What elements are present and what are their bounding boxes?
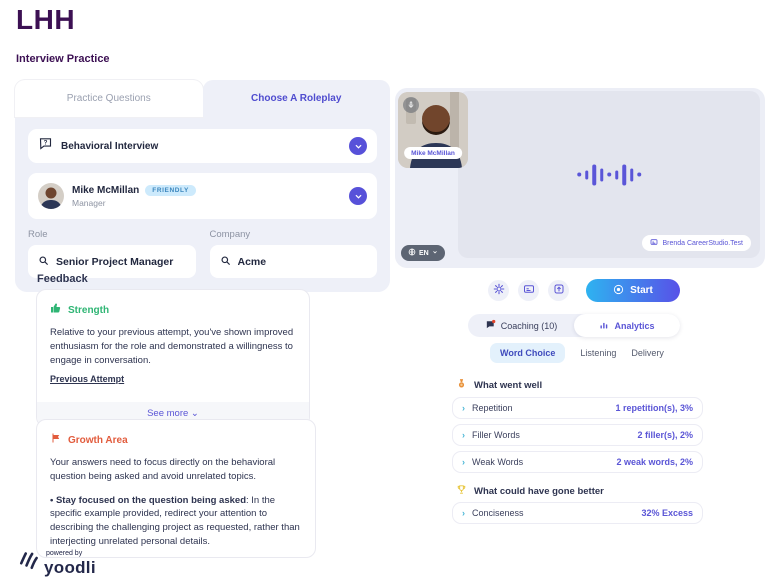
settings-button[interactable]	[488, 280, 509, 301]
subtab-delivery[interactable]: Delivery	[631, 348, 664, 358]
chevron-down-icon	[432, 249, 438, 257]
record-icon	[613, 284, 624, 298]
row-filler-words[interactable]: › Filler Words 2 filler(s), 2%	[452, 424, 703, 446]
setup-panel: Practice Questions Choose A Roleplay ? B…	[15, 80, 390, 292]
search-icon	[220, 253, 231, 271]
row-conciseness[interactable]: › Conciseness 32% Excess	[452, 502, 703, 524]
persona-select[interactable]: Mike McMillan FRIENDLY Manager	[28, 173, 377, 219]
tab-coaching[interactable]: Coaching (10)	[468, 319, 574, 332]
coaching-chat-icon	[485, 319, 496, 332]
growth-area-title: Growth Area	[68, 435, 128, 446]
session-controls: Start	[488, 279, 680, 302]
captions-icon	[523, 282, 535, 300]
language-selector[interactable]: EN	[401, 245, 445, 261]
growth-area-card: Growth Area Your answers need to focus d…	[36, 419, 316, 558]
role-company-fields: Role Company	[28, 229, 377, 278]
persona-friendly-badge: FRIENDLY	[145, 185, 196, 196]
tab-analytics[interactable]: Analytics	[574, 314, 680, 337]
roleplay-select-label: Behavioral Interview	[61, 141, 158, 152]
trophy-icon	[456, 484, 467, 498]
page-title: Interview Practice	[16, 53, 110, 65]
setup-panel-body: ? Behavioral Interview	[15, 117, 390, 292]
chevron-right-icon: ›	[462, 508, 465, 518]
tab-choose-a-roleplay[interactable]: Choose A Roleplay	[203, 80, 391, 117]
setup-tabbar: Practice Questions Choose A Roleplay	[15, 80, 390, 117]
went-well-rows: › Repetition 1 repetition(s), 3% › Fille…	[452, 397, 703, 473]
strength-title: Strength	[68, 305, 109, 316]
role-field: Role	[28, 229, 196, 278]
went-well-heading: What went well	[456, 378, 542, 392]
thumbs-up-icon	[50, 301, 62, 319]
subtab-listening[interactable]: Listening	[580, 348, 616, 358]
chevron-right-icon: ›	[462, 403, 465, 413]
gear-icon	[493, 282, 505, 300]
chevron-right-icon: ›	[462, 430, 465, 440]
video-panel: Brenda CareerStudio.Test Mike McMillan E…	[395, 88, 765, 268]
strength-body: Relative to your previous attempt, you'v…	[50, 326, 296, 367]
tab-practice-questions[interactable]: Practice Questions	[15, 80, 203, 117]
participant-name-badge: Mike McMillan	[404, 147, 462, 159]
globe-icon	[408, 248, 416, 258]
svg-text:?: ?	[44, 139, 48, 146]
gone-better-heading: What could have gone better	[456, 484, 604, 498]
subtab-word-choice[interactable]: Word Choice	[490, 343, 565, 363]
chevron-down-icon: ⌄	[191, 408, 199, 419]
persona-info: Mike McMillan FRIENDLY Manager	[72, 185, 196, 208]
company-input-box[interactable]	[210, 245, 378, 278]
chevron-down-icon[interactable]	[349, 137, 367, 155]
yoodli-wordmark: yoodli	[44, 559, 96, 576]
medal-icon	[456, 378, 467, 392]
captions-button[interactable]	[518, 280, 539, 301]
yoodli-logo-icon	[16, 545, 40, 576]
audio-waveform-icon	[577, 164, 641, 185]
growth-area-bullet: • Stay focused on the question being ask…	[50, 494, 302, 549]
bot-caption-label: Brenda CareerStudio.Test	[662, 240, 743, 247]
flag-icon	[50, 431, 62, 449]
coaching-analytics-tabs: Coaching (10) Analytics	[468, 314, 680, 337]
powered-by-yoodli: powered by yoodli	[16, 545, 96, 576]
participant-video-thumbnail: Mike McMillan	[398, 92, 468, 168]
bot-caption-badge: Brenda CareerStudio.Test	[642, 235, 751, 251]
role-field-label: Role	[28, 229, 196, 240]
row-weak-words[interactable]: › Weak Words 2 weak words, 2%	[452, 451, 703, 473]
role-input[interactable]	[56, 256, 186, 268]
avatar	[38, 183, 64, 209]
mic-icon	[403, 97, 419, 113]
company-field-label: Company	[210, 229, 378, 240]
upload-icon	[553, 282, 565, 300]
persona-name: Mike McMillan	[72, 185, 139, 196]
powered-by-label: powered by	[46, 550, 96, 557]
strength-card: Strength Relative to your previous attem…	[36, 289, 310, 427]
language-label: EN	[419, 250, 429, 257]
bar-chart-icon	[599, 320, 609, 332]
search-icon	[38, 253, 49, 271]
start-button[interactable]: Start	[586, 279, 680, 302]
lhh-logo: LHH	[16, 4, 75, 36]
company-input[interactable]	[238, 256, 368, 268]
chevron-down-icon[interactable]	[349, 187, 367, 205]
previous-attempt-link[interactable]: Previous Attempt	[50, 374, 124, 384]
chevron-right-icon: ›	[462, 457, 465, 467]
analytics-subtabs: Word Choice Listening Delivery	[490, 343, 664, 363]
upload-button[interactable]	[548, 280, 569, 301]
persona-role: Manager	[72, 198, 196, 208]
row-repetition[interactable]: › Repetition 1 repetition(s), 3%	[452, 397, 703, 419]
roleplay-select[interactable]: ? Behavioral Interview	[28, 129, 377, 163]
growth-area-body: Your answers need to focus directly on t…	[50, 456, 302, 484]
captions-icon	[650, 238, 658, 248]
chat-question-icon: ?	[38, 136, 53, 156]
speech-stage: Brenda CareerStudio.Test	[458, 91, 760, 258]
feedback-heading: Feedback	[37, 273, 88, 285]
gone-better-rows: › Conciseness 32% Excess	[452, 502, 703, 524]
interview-practice-app: LHH Interview Practice Practice Question…	[0, 0, 768, 584]
company-field: Company	[210, 229, 378, 278]
